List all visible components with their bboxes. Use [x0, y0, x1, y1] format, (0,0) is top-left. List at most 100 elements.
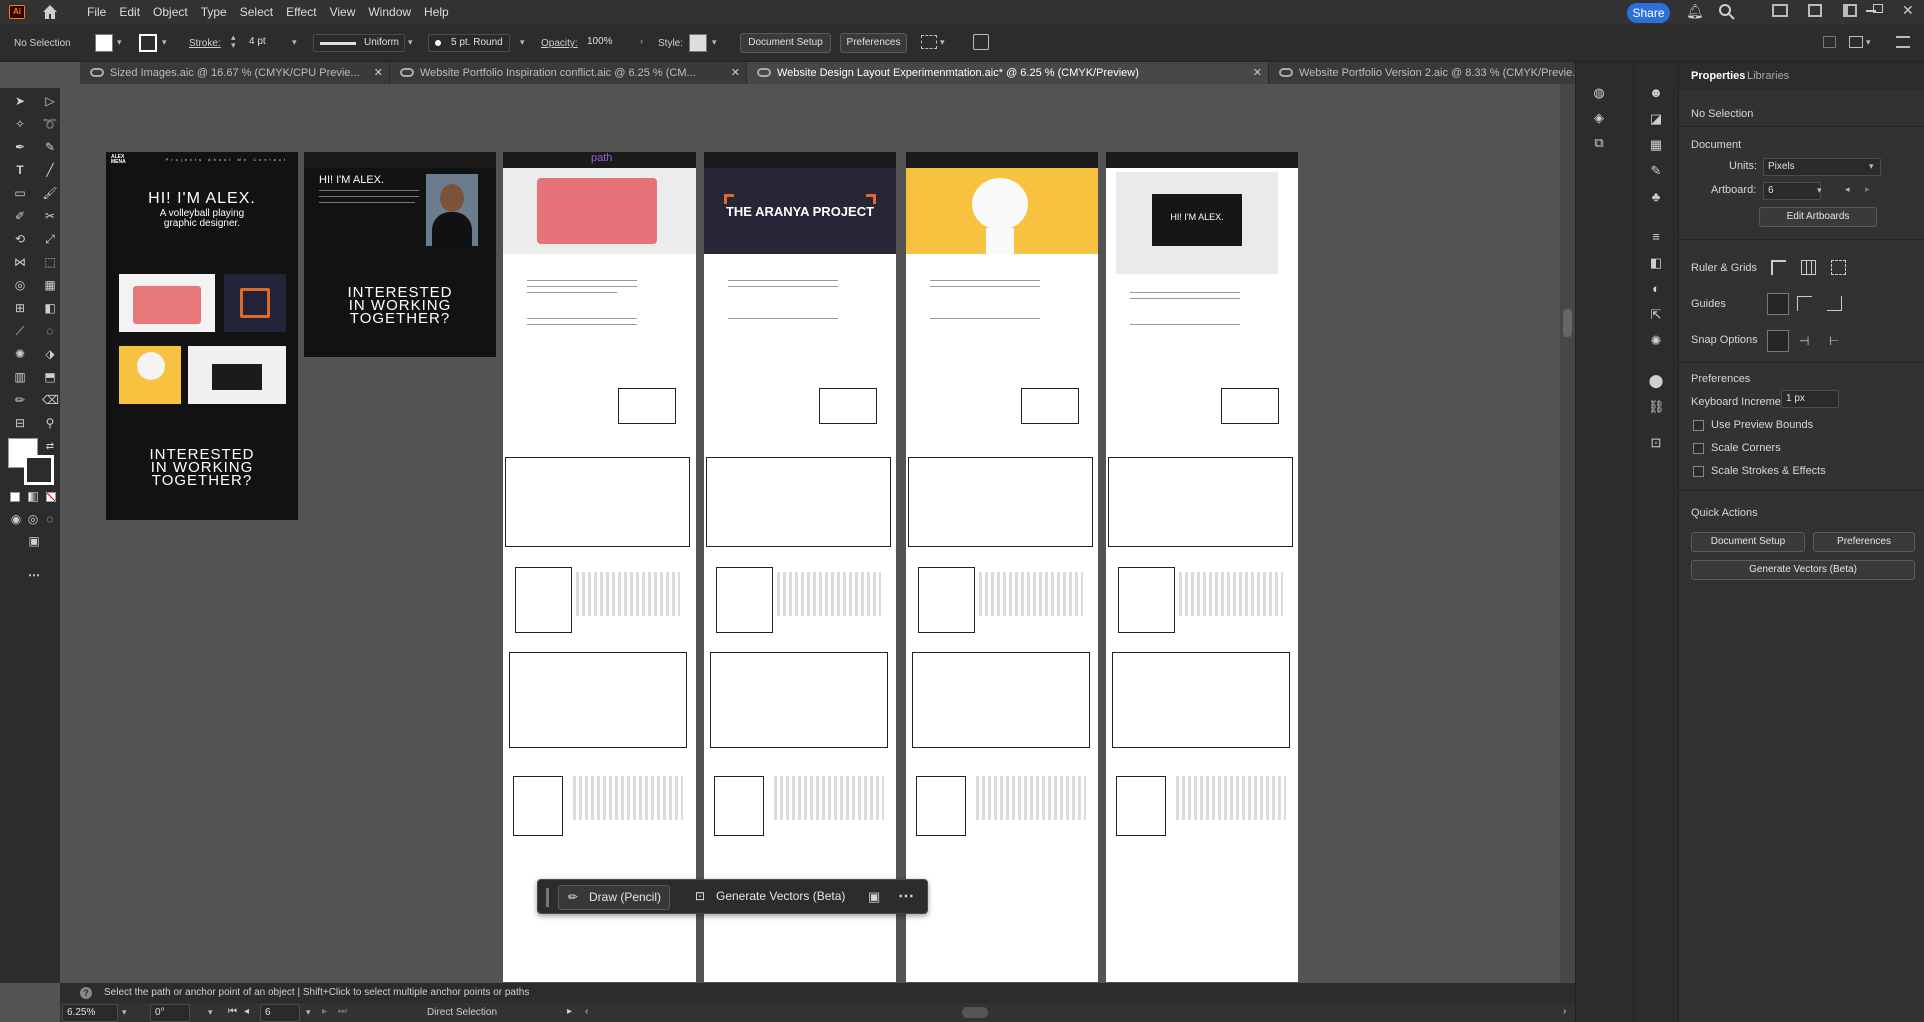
- lasso-icon[interactable]: ➰: [42, 117, 58, 131]
- menu-edit[interactable]: Edit: [119, 5, 140, 19]
- canvas-area[interactable]: ALEX MENA Projects About Me Contact HI! …: [60, 84, 1575, 984]
- line-tool-icon[interactable]: ╱: [42, 163, 58, 177]
- graphic-styles-icon[interactable]: ◪: [1648, 112, 1664, 126]
- align-icon[interactable]: [921, 35, 937, 49]
- grid-icon[interactable]: [1801, 260, 1816, 275]
- gradient-tool-icon[interactable]: ◧: [42, 301, 58, 315]
- isolate-icon[interactable]: [1823, 36, 1836, 48]
- export-icon[interactable]: ⇱: [1648, 308, 1664, 322]
- fill-swatch[interactable]: [95, 34, 113, 52]
- opacity-label[interactable]: Opacity:: [541, 38, 578, 49]
- more-icon[interactable]: ⋯: [898, 886, 914, 906]
- arrange-documents-icon[interactable]: [1772, 4, 1788, 17]
- artboard-character[interactable]: [906, 152, 1098, 982]
- gradient-panel-icon[interactable]: ◧: [1648, 256, 1664, 270]
- symbols-icon[interactable]: ♣: [1648, 190, 1664, 204]
- stroke-panel-icon[interactable]: ≡: [1648, 230, 1664, 244]
- pencil-tool-icon[interactable]: ✏: [12, 393, 28, 407]
- horizontal-scrollbar-thumb[interactable]: [962, 1007, 988, 1018]
- menu-file[interactable]: File: [87, 5, 106, 19]
- previous-artboard-icon[interactable]: ◂: [1845, 184, 1850, 195]
- snap-to-point-icon[interactable]: [1767, 330, 1789, 352]
- draw-pencil-button[interactable]: ✏ Draw (Pencil): [558, 885, 671, 910]
- chevron-down-icon[interactable]: ▾: [208, 1007, 213, 1018]
- chevron-down-icon[interactable]: ▾: [408, 37, 413, 48]
- generate-vectors-button[interactable]: Generate Vectors (Beta): [1691, 560, 1915, 580]
- preview-bounds-checkbox[interactable]: [1693, 420, 1704, 431]
- scissors-icon[interactable]: ✂: [42, 209, 58, 223]
- snap-to-glyph-icon[interactable]: ⊢: [1829, 334, 1839, 348]
- width-tool-icon[interactable]: ⋈: [12, 255, 28, 269]
- chevron-down-icon[interactable]: ▾: [1869, 161, 1874, 172]
- direct-selection-tool-icon[interactable]: ▷: [42, 94, 58, 108]
- tab-properties[interactable]: Properties: [1691, 70, 1745, 82]
- scale-corners-checkbox[interactable]: [1693, 443, 1704, 454]
- links-icon[interactable]: ⛓: [1648, 400, 1665, 414]
- none-mode-icon[interactable]: [46, 492, 56, 502]
- chevron-down-icon[interactable]: ▾: [712, 37, 717, 48]
- chevron-down-icon[interactable]: ▾: [122, 1007, 127, 1018]
- color-mode-icon[interactable]: [10, 492, 20, 502]
- zoom-icon[interactable]: ⚲: [42, 416, 58, 430]
- share-button[interactable]: Share: [1627, 3, 1670, 23]
- artboard-home[interactable]: ALEX MENA Projects About Me Contact HI! …: [106, 152, 298, 520]
- layers-icon[interactable]: ◈: [1591, 111, 1607, 125]
- more-tools-icon[interactable]: ⋯: [26, 568, 42, 582]
- menu-select[interactable]: Select: [240, 5, 273, 19]
- live-paint-icon[interactable]: ⬗: [42, 347, 58, 361]
- draw-behind-icon[interactable]: ◎: [25, 512, 41, 526]
- menu-help[interactable]: Help: [424, 5, 449, 19]
- scroll-right-icon[interactable]: ›: [1563, 1006, 1566, 1017]
- transform-icon[interactable]: [973, 34, 989, 50]
- vertical-scrollbar[interactable]: [1560, 84, 1575, 984]
- bell-icon[interactable]: 🔔︎: [1686, 3, 1704, 20]
- chevron-down-icon[interactable]: ▾: [292, 37, 297, 48]
- swap-colors-icon[interactable]: ⇄: [42, 440, 58, 454]
- artboard-laptop[interactable]: HI! I'M ALEX.: [1106, 152, 1298, 982]
- show-guides-icon[interactable]: [1767, 293, 1789, 315]
- edit-artboards-button[interactable]: Edit Artboards: [1759, 207, 1877, 227]
- artboard-aranya[interactable]: THE ARANYA PROJECT: [704, 152, 896, 982]
- status-menu-icon[interactable]: ▸: [567, 1006, 572, 1017]
- menu-view[interactable]: View: [330, 5, 356, 19]
- smart-guides-icon[interactable]: [1827, 296, 1842, 311]
- menu-effect[interactable]: Effect: [286, 5, 316, 19]
- home-icon[interactable]: [41, 3, 59, 21]
- generate-vectors-button[interactable]: ⊡ Generate Vectors (Beta): [686, 885, 853, 910]
- help-icon[interactable]: ?: [80, 987, 92, 999]
- artboards-icon[interactable]: ⧉: [1591, 136, 1607, 150]
- shape-builder-icon[interactable]: ◎: [12, 278, 28, 292]
- menu-window[interactable]: Window: [368, 5, 411, 19]
- style-swatch[interactable]: [689, 34, 707, 52]
- scale-tool-icon[interactable]: ⤢: [42, 232, 58, 246]
- menu-object[interactable]: Object: [153, 5, 188, 19]
- image-trace-icon[interactable]: ✺: [1648, 334, 1664, 348]
- curvature-tool-icon[interactable]: ✎: [42, 140, 58, 154]
- units-dropdown[interactable]: Pixels: [1763, 158, 1881, 176]
- tab-libraries[interactable]: Libraries: [1747, 70, 1789, 82]
- stepper-icon[interactable]: ▴ ▾: [231, 33, 236, 50]
- opacity-field[interactable]: 100%: [583, 34, 633, 52]
- zoom-field[interactable]: 6.25%: [62, 1004, 118, 1022]
- rotation-field[interactable]: 0°: [150, 1004, 190, 1022]
- document-setup-button[interactable]: Document Setup: [740, 33, 831, 53]
- graph-tool-icon[interactable]: ▥: [12, 370, 28, 384]
- draw-normal-icon[interactable]: ◉: [8, 512, 24, 526]
- selection-tool-icon[interactable]: ➤: [12, 94, 28, 108]
- draw-inside-icon[interactable]: ◌: [42, 512, 58, 526]
- lock-guides-icon[interactable]: [1797, 296, 1812, 311]
- color-icon[interactable]: ⬤: [1648, 374, 1664, 388]
- panel-menu-icon[interactable]: [1896, 36, 1910, 48]
- screen-mode-icon[interactable]: ▣: [26, 534, 42, 548]
- stroke-color-swatch[interactable]: [24, 455, 54, 485]
- magic-wand-icon[interactable]: ✧: [12, 117, 28, 131]
- paintbrush-icon[interactable]: 🖌︎: [42, 186, 58, 200]
- eyedropper-icon[interactable]: ⟋: [12, 324, 28, 338]
- tab-sized-images[interactable]: Sized Images.aic @ 16.67 % (CMYK/CPU Pre…: [80, 62, 390, 84]
- artboard-tool-icon[interactable]: ⬒: [42, 370, 58, 384]
- chevron-down-icon[interactable]: ▾: [1817, 185, 1822, 196]
- artboard-about[interactable]: HI! I'M ALEX. INTERESTED IN WORKING TOGE…: [304, 152, 496, 357]
- brushes-icon[interactable]: ✎: [1648, 164, 1664, 178]
- chevron-down-icon[interactable]: ▾: [162, 37, 167, 48]
- transparency-icon[interactable]: ◐: [1648, 282, 1664, 296]
